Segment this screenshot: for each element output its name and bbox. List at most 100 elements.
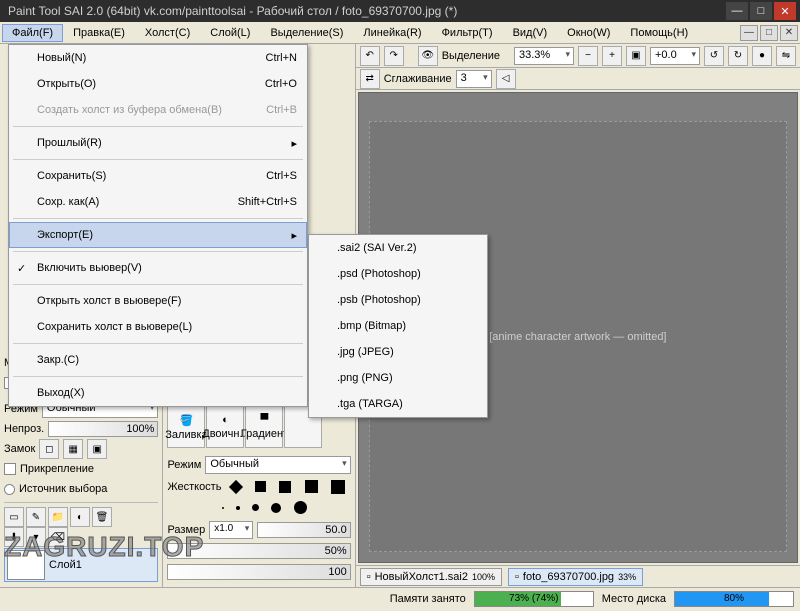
lock-none-icon[interactable]: ◻: [39, 439, 59, 459]
density-slider[interactable]: 100: [167, 564, 350, 580]
menu-saveas[interactable]: Сохр. как(A)Shift+Ctrl+S: [9, 189, 307, 215]
eye-icon[interactable]: 👁: [418, 46, 438, 66]
export-jpg[interactable]: .jpg (JPEG): [309, 339, 487, 365]
export-submenu: .sai2 (SAI Ver.2) .psd (Photoshop) .psb …: [308, 234, 488, 418]
size-label: Размер: [167, 524, 205, 536]
clipping-label: Прикрепление: [20, 463, 94, 475]
mdi-maximize[interactable]: □: [760, 25, 778, 41]
mdi-window-controls: — □ ✕: [738, 25, 798, 41]
stabilizer-icon[interactable]: ⇄: [360, 69, 380, 89]
disk-meter: 80%: [674, 591, 794, 607]
minsize-slider[interactable]: 50%: [167, 543, 350, 559]
export-sai2[interactable]: .sai2 (SAI Ver.2): [309, 235, 487, 261]
delete-layer-icon[interactable]: 🗑: [92, 507, 112, 527]
document-tabs: ▫ НовыйХолст1.sai2 100% ▫ foto_69370700.…: [356, 565, 800, 587]
zoom-in-icon[interactable]: +: [602, 46, 622, 66]
menu-open[interactable]: Открыть(O)Ctrl+O: [9, 71, 307, 97]
rotate-cw-icon[interactable]: ↻: [728, 46, 748, 66]
tool-binary[interactable]: ◐Двоичн...: [206, 406, 244, 448]
zoom-fit-icon[interactable]: ▣: [626, 46, 646, 66]
flip-h-icon[interactable]: ⇋: [776, 46, 796, 66]
merge-down-icon[interactable]: ⬇: [4, 527, 24, 547]
hardness-swatches[interactable]: [225, 480, 350, 494]
menu-selection[interactable]: Выделение(S): [260, 24, 353, 42]
size-dots[interactable]: [167, 499, 350, 516]
menu-open-in-viewer[interactable]: Открыть холст в вьювере(F): [9, 288, 307, 314]
clear-icon[interactable]: ⌫: [48, 527, 68, 547]
new-layer-icon[interactable]: ▭: [4, 507, 24, 527]
export-psd[interactable]: .psd (Photoshop): [309, 261, 487, 287]
menu-save[interactable]: Сохранить(S)Ctrl+S: [9, 163, 307, 189]
export-png[interactable]: .png (PNG): [309, 365, 487, 391]
flatten-icon[interactable]: ▾: [26, 527, 46, 547]
menu-window[interactable]: Окно(W): [557, 24, 620, 42]
opacity-label: Непроз.: [4, 423, 44, 435]
layer-name: Слой1: [49, 559, 82, 571]
zoom-combo[interactable]: 33.3%: [514, 47, 574, 65]
tool-mode-label: Режим: [167, 459, 201, 471]
smooth-combo[interactable]: 3: [456, 70, 492, 88]
zoom-out-icon[interactable]: −: [578, 46, 598, 66]
mask-icon[interactable]: ◐: [70, 507, 90, 527]
mdi-close[interactable]: ✕: [780, 25, 798, 41]
menu-from-clipboard: Создать холст из буфера обмена(B)Ctrl+B: [9, 97, 307, 123]
file-menu-dropdown: Новый(N)Ctrl+N Открыть(O)Ctrl+O Создать …: [8, 44, 308, 407]
new-folder-icon[interactable]: 📁: [48, 507, 68, 527]
doc-tab-1[interactable]: ▫ НовыйХолст1.sai2 100%: [360, 568, 502, 586]
export-tga[interactable]: .tga (TARGA): [309, 391, 487, 417]
export-bmp[interactable]: .bmp (Bitmap): [309, 313, 487, 339]
lock-label: Замок: [4, 443, 35, 455]
tool-mode-combo[interactable]: Обычный: [205, 456, 350, 474]
menu-save-in-viewer[interactable]: Сохранить холст в вьювере(L): [9, 314, 307, 340]
minimize-button[interactable]: —: [726, 2, 748, 20]
size-mult-combo[interactable]: x1.0: [209, 521, 253, 539]
stabilizer-toggle-icon[interactable]: ◁: [496, 69, 516, 89]
menu-export[interactable]: Экспорт(E)▸: [9, 222, 307, 248]
titlebar: Paint Tool SAI 2.0 (64bit) vk.com/paintt…: [0, 0, 800, 22]
layer-item[interactable]: Слой1: [4, 548, 158, 582]
menu-view[interactable]: Вид(V): [503, 24, 558, 42]
tool-fill[interactable]: 🪣Заливка: [167, 406, 205, 448]
lock-all-icon[interactable]: ▣: [87, 439, 107, 459]
angle-combo[interactable]: +0.0: [650, 47, 700, 65]
menu-ruler[interactable]: Линейка(R): [353, 24, 431, 42]
menu-help[interactable]: Помощь(H): [620, 24, 698, 42]
source-label: Источник выбора: [19, 483, 107, 495]
menu-new[interactable]: Новый(N)Ctrl+N: [9, 45, 307, 71]
menu-close-canvas[interactable]: Закр.(C): [9, 347, 307, 373]
doc-tab-2[interactable]: ▫ foto_69370700.jpg 33%: [508, 568, 643, 586]
redo-icon[interactable]: ↷: [384, 46, 404, 66]
clipping-checkbox[interactable]: [4, 463, 16, 475]
opacity-slider[interactable]: 100%: [48, 421, 158, 437]
smooth-label: Сглаживание: [384, 73, 452, 85]
new-vector-layer-icon[interactable]: ✎: [26, 507, 46, 527]
rotate-ccw-icon[interactable]: ↺: [704, 46, 724, 66]
maximize-button[interactable]: □: [750, 2, 772, 20]
mdi-minimize[interactable]: —: [740, 25, 758, 41]
menu-canvas[interactable]: Холст(C): [135, 24, 200, 42]
tool-gradient[interactable]: ▀Градиент: [245, 406, 283, 448]
menu-edit[interactable]: Правка(E): [63, 24, 135, 42]
view-toolbar: ↶ ↷ 👁 Выделение 33.3% − + ▣ +0.0 ↺ ↻ ● ⇋: [356, 44, 800, 68]
undo-icon[interactable]: ↶: [360, 46, 380, 66]
size-slider[interactable]: 50.0: [257, 522, 350, 538]
menu-filter[interactable]: Фильтр(T): [432, 24, 503, 42]
menu-layer[interactable]: Слой(L): [200, 24, 260, 42]
export-psb[interactable]: .psb (Photoshop): [309, 287, 487, 313]
menubar: Файл(F) Правка(E) Холст(C) Слой(L) Выдел…: [0, 22, 800, 44]
memory-label: Памяти занято: [390, 593, 466, 605]
doc-icon: ▫: [515, 571, 519, 583]
source-radio[interactable]: [4, 484, 15, 495]
doc-icon: ▫: [367, 571, 371, 583]
layer-thumbnail: [7, 550, 45, 580]
hardness-label: Жесткость: [167, 481, 221, 493]
selection-label: Выделение: [442, 50, 500, 62]
menu-enable-viewer[interactable]: ✓Включить вьювер(V): [9, 255, 307, 281]
menu-recent[interactable]: Прошлый(R)▸: [9, 130, 307, 156]
lock-alpha-icon[interactable]: ▦: [63, 439, 83, 459]
close-button[interactable]: ✕: [774, 2, 796, 20]
menu-exit[interactable]: Выход(X): [9, 380, 307, 406]
check-icon: ✓: [17, 262, 26, 275]
rotate-reset-icon[interactable]: ●: [752, 46, 772, 66]
menu-file[interactable]: Файл(F): [2, 24, 63, 42]
